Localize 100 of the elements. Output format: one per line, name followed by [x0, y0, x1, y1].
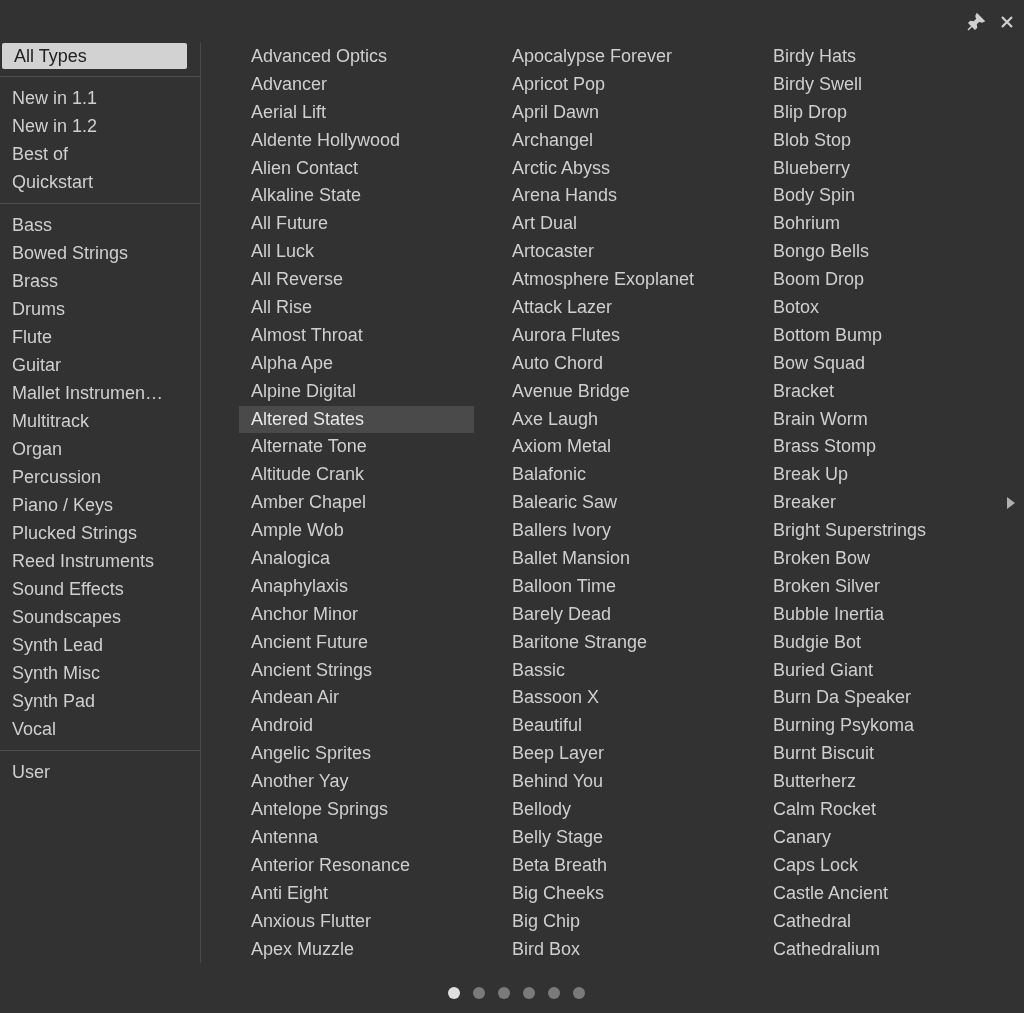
category-item[interactable]: Reed Instruments	[0, 547, 200, 575]
preset-item[interactable]: Bassic	[500, 656, 735, 685]
preset-item[interactable]: Apricot Pop	[500, 70, 735, 99]
preset-item[interactable]: Beep Layer	[500, 740, 735, 769]
preset-item[interactable]: Archangel	[500, 126, 735, 155]
preset-item[interactable]: Arena Hands	[500, 182, 735, 211]
preset-item[interactable]: Broken Bow	[761, 545, 996, 573]
preset-item[interactable]: Aurora Flutes	[500, 321, 735, 350]
preset-item[interactable]: Burnt Biscuit	[761, 740, 996, 769]
page-dot[interactable]	[472, 987, 485, 999]
preset-item[interactable]: All Reverse	[239, 266, 474, 294]
preset-item[interactable]: Apocalypse Forever	[500, 43, 735, 71]
preset-item[interactable]: Budgie Bot	[761, 628, 996, 657]
category-item[interactable]: User	[0, 758, 200, 786]
preset-item[interactable]: Antenna	[239, 823, 474, 852]
preset-item[interactable]: Bow Squad	[761, 349, 996, 378]
preset-item[interactable]: Angelic Sprites	[239, 740, 474, 769]
preset-item[interactable]: Anxious Flutter	[239, 907, 474, 936]
preset-item[interactable]: Alpha Ape	[239, 349, 474, 378]
category-item[interactable]: Percussion	[0, 463, 200, 491]
preset-item[interactable]: Boom Drop	[761, 266, 996, 294]
preset-item[interactable]: Analogica	[239, 545, 474, 573]
preset-item[interactable]: All Luck	[239, 238, 474, 267]
preset-item[interactable]: Big Cheeks	[500, 879, 735, 908]
preset-item[interactable]: Castle Ancient	[761, 879, 996, 908]
preset-item[interactable]: Alpine Digital	[239, 377, 474, 406]
preset-item[interactable]: Attack Lazer	[500, 294, 735, 322]
preset-item[interactable]: Artocaster	[500, 238, 735, 267]
page-dot[interactable]	[447, 987, 460, 999]
category-item[interactable]: Bass	[0, 211, 200, 239]
preset-item[interactable]: Balearic Saw	[500, 489, 735, 518]
preset-item[interactable]: Android	[239, 712, 474, 741]
category-item[interactable]: Bowed Strings	[0, 239, 200, 267]
preset-item[interactable]: Bassoon X	[500, 684, 735, 713]
preset-item[interactable]: Bird Box	[500, 935, 735, 964]
preset-item[interactable]: Bright Superstrings	[761, 517, 996, 546]
preset-item[interactable]: Balafonic	[500, 461, 735, 490]
close-icon[interactable]	[1000, 14, 1014, 29]
preset-item[interactable]: Advanced Optics	[239, 43, 474, 71]
page-dot[interactable]	[547, 987, 560, 999]
preset-item[interactable]: Calm Rocket	[761, 796, 996, 824]
preset-item[interactable]: Bohrium	[761, 210, 996, 239]
category-item[interactable]: Flute	[0, 323, 200, 351]
page-dot[interactable]	[572, 987, 585, 999]
preset-item[interactable]: Ancient Strings	[239, 656, 474, 685]
preset-item[interactable]: Belly Stage	[500, 823, 735, 852]
preset-item[interactable]: Breaker	[761, 489, 996, 518]
category-item[interactable]: New in 1.1	[0, 84, 200, 112]
preset-item[interactable]: Break Up	[761, 461, 996, 490]
category-item[interactable]: Synth Pad	[0, 687, 200, 715]
preset-item[interactable]: Birdy Hats	[761, 43, 996, 71]
category-item[interactable]: Vocal	[0, 715, 200, 743]
preset-item[interactable]: Ballet Mansion	[500, 545, 735, 573]
category-item[interactable]: Mallet Instrumen…	[0, 379, 200, 407]
preset-item[interactable]: Atmosphere Exoplanet	[500, 266, 735, 294]
preset-item[interactable]: All Future	[239, 210, 474, 239]
preset-item[interactable]: Advancer	[239, 70, 474, 99]
preset-item[interactable]: Butterherz	[761, 768, 996, 797]
preset-item[interactable]: Aldente Hollywood	[239, 126, 474, 155]
preset-item[interactable]: Alkaline State	[239, 182, 474, 211]
preset-item[interactable]: Bellody	[500, 796, 735, 824]
preset-item[interactable]: Aerial Lift	[239, 98, 474, 127]
category-item[interactable]: Synth Misc	[0, 659, 200, 687]
category-item[interactable]: Multitrack	[0, 407, 200, 435]
preset-item[interactable]: Altitude Crank	[239, 461, 474, 490]
category-item[interactable]: Piano / Keys	[0, 491, 200, 519]
preset-item[interactable]: All Rise	[239, 294, 474, 322]
preset-item[interactable]: Behind You	[500, 768, 735, 797]
preset-item[interactable]: Ballers Ivory	[500, 517, 735, 546]
category-item[interactable]: Brass	[0, 267, 200, 295]
preset-item[interactable]: Altered States	[239, 405, 474, 434]
category-item[interactable]: Quickstart	[0, 168, 200, 196]
category-item[interactable]: New in 1.2	[0, 112, 200, 140]
preset-item[interactable]: Blip Drop	[761, 98, 996, 127]
category-item[interactable]: Guitar	[0, 351, 200, 379]
preset-item[interactable]: Cathedral	[761, 907, 996, 936]
preset-item[interactable]: Axiom Metal	[500, 433, 735, 462]
preset-item[interactable]: Brass Stomp	[761, 433, 996, 462]
preset-item[interactable]: Baritone Strange	[500, 628, 735, 657]
preset-item[interactable]: April Dawn	[500, 98, 735, 127]
preset-item[interactable]: Ancient Future	[239, 628, 474, 657]
preset-item[interactable]: Almost Throat	[239, 321, 474, 350]
preset-item[interactable]: Burning Psykoma	[761, 712, 996, 741]
preset-item[interactable]: Bongo Bells	[761, 238, 996, 267]
preset-item[interactable]: Ample Wob	[239, 517, 474, 546]
preset-item[interactable]: Cathedralium	[761, 935, 996, 964]
page-dot[interactable]	[497, 987, 510, 999]
preset-item[interactable]: Alien Contact	[239, 154, 474, 183]
preset-item[interactable]: Bracket	[761, 377, 996, 406]
preset-item[interactable]: Anti Eight	[239, 879, 474, 908]
preset-item[interactable]: Andean Air	[239, 684, 474, 713]
preset-item[interactable]: Apex Muzzle	[239, 935, 474, 964]
preset-item[interactable]: Beta Breath	[500, 851, 735, 880]
category-item[interactable]: Plucked Strings	[0, 519, 200, 547]
preset-item[interactable]: Art Dual	[500, 210, 735, 239]
preset-item[interactable]: Burn Da Speaker	[761, 684, 996, 713]
preset-item[interactable]: Buried Giant	[761, 656, 996, 685]
category-item[interactable]: Drums	[0, 295, 200, 323]
preset-item[interactable]: Another Yay	[239, 768, 474, 797]
category-item[interactable]: Synth Lead	[0, 631, 200, 659]
